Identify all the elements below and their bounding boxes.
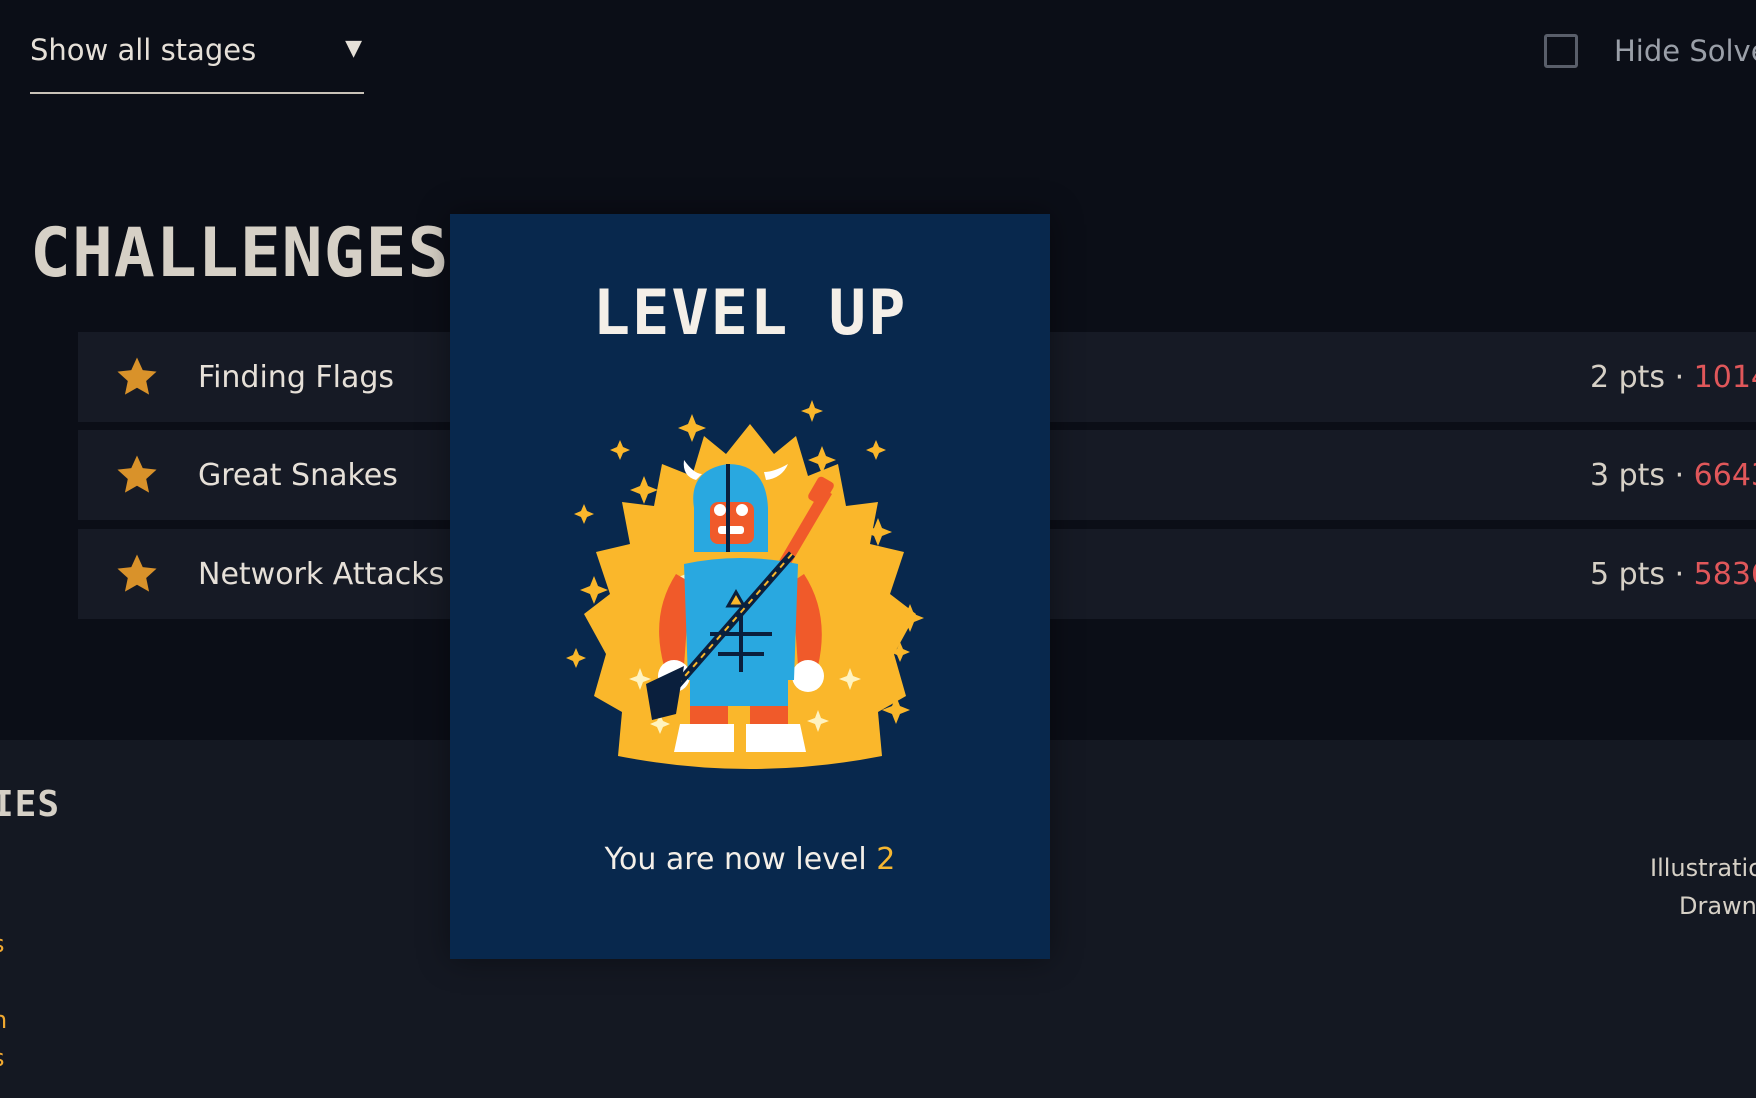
- stage-filter-label: Show all stages: [30, 33, 257, 67]
- challenge-points: 5 pts ·: [1590, 556, 1694, 592]
- challenge-points: 2 pts ·: [1590, 359, 1694, 395]
- challenge-meta: 5 pts · 5836: [1590, 557, 1756, 592]
- challenge-name: Finding Flags: [198, 359, 395, 395]
- level-up-title: LEVEL UP: [592, 276, 908, 349]
- level-up-message: You are now level 2: [450, 842, 1050, 877]
- chevron-down-icon: ▼: [345, 36, 362, 61]
- footer-heading: IES: [0, 784, 61, 825]
- challenge-name: Network Attacks: [198, 556, 445, 592]
- level-up-modal: LEVEL UP You are now level 2: [450, 214, 1050, 959]
- level-number: 2: [876, 842, 896, 877]
- challenge-meta: 3 pts · 6643: [1590, 458, 1756, 493]
- challenge-meta: 2 pts · 1014: [1590, 360, 1756, 395]
- challenge-solve-count: 6643: [1693, 457, 1756, 493]
- footer-link[interactable]: n: [0, 1006, 7, 1034]
- challenges-heading: CHALLENGES: [30, 214, 450, 293]
- stage-filter-dropdown[interactable]: Show all stages ▼: [30, 28, 364, 94]
- footer-link[interactable]: s: [0, 1044, 5, 1072]
- footer-credit-illustration: Illustratio: [1650, 854, 1756, 882]
- hide-solved-checkbox[interactable]: [1544, 34, 1578, 68]
- viking-hero-illustration: [566, 400, 924, 769]
- footer-link[interactable]: s: [0, 930, 5, 958]
- level-up-message-prefix: You are now level: [604, 842, 877, 877]
- hide-solved-toggle[interactable]: Hide Solve: [1544, 34, 1756, 68]
- challenge-points: 3 pts ·: [1590, 457, 1694, 493]
- star-icon: [117, 357, 157, 395]
- hide-solved-label: Hide Solve: [1614, 34, 1756, 68]
- footer-credit-drawn: Drawn: [1679, 892, 1756, 920]
- challenge-name: Great Snakes: [198, 457, 398, 493]
- challenge-solve-count: 5836: [1693, 556, 1756, 592]
- star-icon: [117, 455, 157, 493]
- star-icon: [117, 554, 157, 592]
- challenge-solve-count: 1014: [1693, 359, 1756, 395]
